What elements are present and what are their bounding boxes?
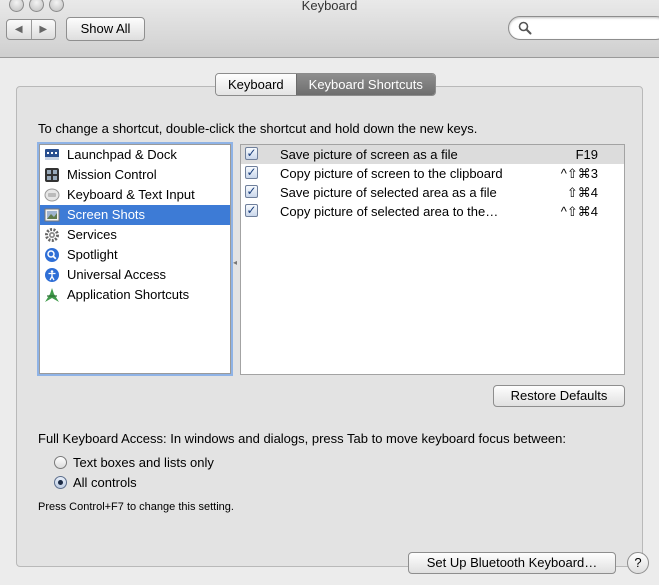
shortcut-label: Save picture of selected area as a file	[280, 185, 497, 200]
gear-icon	[44, 227, 60, 243]
set-up-bluetooth-keyboard-button[interactable]: Set Up Bluetooth Keyboard…	[408, 552, 616, 574]
category-application-shortcuts[interactable]: Application Shortcuts	[40, 285, 230, 305]
shortcut-row[interactable]: ✓ Save picture of screen as a file F19	[241, 145, 624, 164]
category-label: Screen Shots	[67, 207, 146, 222]
window-title: Keyboard	[301, 0, 358, 13]
split-view-handle[interactable]: ◂	[233, 258, 237, 267]
shortcut-label: Copy picture of selected area to the…	[280, 204, 499, 219]
shortcut-label: Save picture of screen as a file	[280, 147, 458, 162]
category-label: Universal Access	[67, 267, 166, 282]
shortcut-row[interactable]: ✓ Save picture of selected area as a fil…	[241, 183, 624, 202]
tab-keyboard-shortcuts[interactable]: Keyboard Shortcuts	[295, 74, 435, 95]
screen-shots-icon	[44, 207, 60, 223]
radio-label: Text boxes and lists only	[73, 455, 214, 470]
category-keyboard-text-input[interactable]: Keyboard & Text Input	[40, 185, 230, 205]
category-label: Launchpad & Dock	[67, 147, 177, 162]
shortcut-row[interactable]: ✓ Copy picture of screen to the clipboar…	[241, 164, 624, 183]
window-toolbar: Keyboard ◀ ▶ Show All	[0, 0, 659, 58]
back-button[interactable]: ◀	[7, 20, 31, 39]
category-launchpad-dock[interactable]: Launchpad & Dock	[40, 145, 230, 165]
search-icon	[518, 21, 532, 35]
radio-button[interactable]	[54, 456, 67, 469]
category-label: Mission Control	[67, 167, 157, 182]
shortcut-enabled-checkbox[interactable]: ✓	[245, 185, 258, 198]
chevron-right-icon: ▶	[39, 24, 48, 35]
shortcut-label: Copy picture of screen to the clipboard	[280, 166, 503, 181]
shortcut-enabled-checkbox[interactable]: ✓	[245, 147, 258, 160]
launchpad-icon	[44, 147, 60, 163]
shortcut-row[interactable]: ✓ Copy picture of selected area to the… …	[241, 202, 624, 221]
category-mission-control[interactable]: Mission Control	[40, 165, 230, 185]
spotlight-icon	[44, 247, 60, 263]
tab-bar: Keyboard Keyboard Shortcuts	[215, 73, 436, 96]
search-input[interactable]	[508, 16, 659, 40]
shortcut-list: ✓ Save picture of screen as a file F19 ✓…	[240, 144, 625, 375]
shortcut-enabled-checkbox[interactable]: ✓	[245, 166, 258, 179]
category-label: Keyboard & Text Input	[67, 187, 195, 202]
application-shortcuts-icon	[44, 287, 60, 303]
category-universal-access[interactable]: Universal Access	[40, 265, 230, 285]
radio-button[interactable]	[54, 476, 67, 489]
category-services[interactable]: Services	[40, 225, 230, 245]
shortcut-key[interactable]: ^⇧⌘3	[561, 164, 598, 183]
instruction-text: To change a shortcut, double-click the s…	[38, 121, 478, 136]
shortcut-category-list: Launchpad & Dock Mission Control Keyboar…	[39, 144, 231, 374]
show-all-button[interactable]: Show All	[66, 17, 145, 41]
universal-access-icon	[44, 267, 60, 283]
keyboard-text-input-icon	[44, 187, 60, 203]
chevron-left-icon: ◀	[14, 24, 23, 35]
category-label: Spotlight	[67, 247, 118, 262]
full-keyboard-access-label: Full Keyboard Access: In windows and dia…	[38, 431, 566, 446]
restore-defaults-button[interactable]: Restore Defaults	[493, 385, 625, 407]
shortcut-key[interactable]: F19	[576, 145, 598, 164]
forward-button[interactable]: ▶	[30, 20, 56, 39]
mission-control-icon	[44, 167, 60, 183]
category-label: Services	[67, 227, 117, 242]
radio-label: All controls	[73, 475, 137, 490]
shortcut-enabled-checkbox[interactable]: ✓	[245, 204, 258, 217]
category-label: Application Shortcuts	[67, 287, 190, 302]
keyboard-access-hint: Press Control+F7 to change this setting.	[38, 501, 234, 513]
tab-keyboard[interactable]: Keyboard	[216, 74, 296, 95]
back-forward-control: ◀ ▶	[6, 19, 56, 40]
category-screen-shots[interactable]: Screen Shots	[40, 205, 230, 225]
category-spotlight[interactable]: Spotlight	[40, 245, 230, 265]
shortcut-key[interactable]: ⇧⌘4	[567, 183, 598, 202]
shortcut-key[interactable]: ^⇧⌘4	[561, 202, 598, 221]
help-button[interactable]: ?	[627, 552, 649, 574]
